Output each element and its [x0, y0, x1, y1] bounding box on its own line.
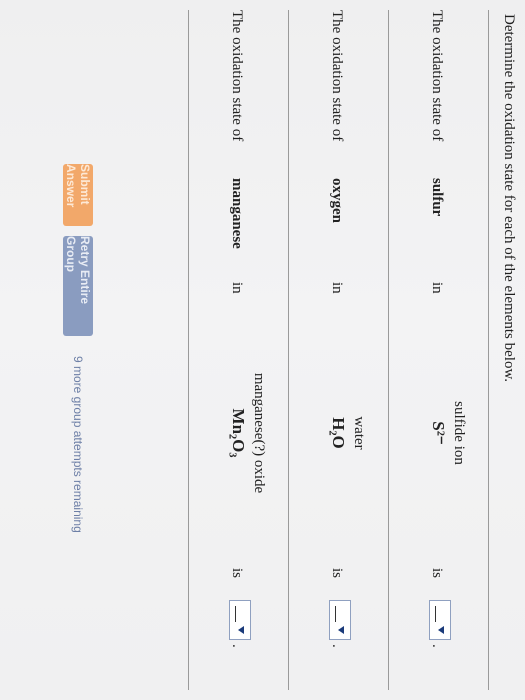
compound: manganese(?) oxide Mn₂O₃ — [228, 348, 267, 518]
chevron-down-icon — [438, 626, 444, 634]
in-text: in — [229, 282, 245, 294]
is-text: is — [229, 568, 245, 579]
period: . — [429, 644, 445, 648]
oxidation-state-dropdown-manganese[interactable] — [229, 600, 251, 640]
question-row-manganese: The oxidation state of manganese in mang… — [191, 0, 281, 700]
row-lead-text: The oxidation state of — [429, 10, 445, 142]
retry-entire-group-button[interactable]: Retry Entire Group — [63, 236, 93, 336]
compound: sulfide ion S²⁻ — [428, 348, 467, 518]
attempts-remaining-text: 9 more group attempts remaining — [71, 356, 85, 533]
element-name: manganese — [229, 178, 245, 249]
divider — [388, 10, 389, 690]
compound-name: sulfide ion — [451, 401, 467, 465]
selected-value — [335, 606, 336, 622]
row-lead-text: The oxidation state of — [329, 10, 345, 142]
question-row-sulfur: The oxidation state of sulfur in sulfide… — [391, 0, 481, 700]
divider — [188, 10, 189, 690]
compound-formula: H₂O — [329, 417, 348, 449]
is-text: is — [329, 568, 345, 579]
oxidation-state-dropdown-oxygen[interactable] — [329, 600, 351, 640]
element-name: oxygen — [329, 178, 345, 223]
selected-value — [435, 606, 436, 622]
selected-value — [235, 606, 236, 622]
compound-name: water — [351, 416, 367, 450]
divider — [488, 10, 489, 690]
in-text: in — [329, 282, 345, 294]
question-panel: Determine the oxidation state for each o… — [0, 0, 525, 700]
compound-formula: Mn₂O₃ — [229, 408, 248, 458]
element-name: sulfur — [429, 178, 445, 217]
oxidation-state-dropdown-sulfur[interactable] — [429, 600, 451, 640]
submit-answer-button[interactable]: Submit Answer — [63, 164, 93, 226]
period: . — [229, 644, 245, 648]
compound-formula: S²⁻ — [429, 421, 448, 445]
instruction-text: Determine the oxidation state for each o… — [501, 14, 517, 383]
divider — [288, 10, 289, 690]
chevron-down-icon — [338, 626, 344, 634]
question-row-oxygen: The oxidation state of oxygen in water H… — [291, 0, 381, 700]
is-text: is — [429, 568, 445, 579]
in-text: in — [429, 282, 445, 294]
chevron-down-icon — [238, 626, 244, 634]
compound: water H₂O — [328, 348, 367, 518]
row-lead-text: The oxidation state of — [229, 10, 245, 142]
period: . — [329, 644, 345, 648]
compound-name: manganese(?) oxide — [251, 372, 267, 494]
